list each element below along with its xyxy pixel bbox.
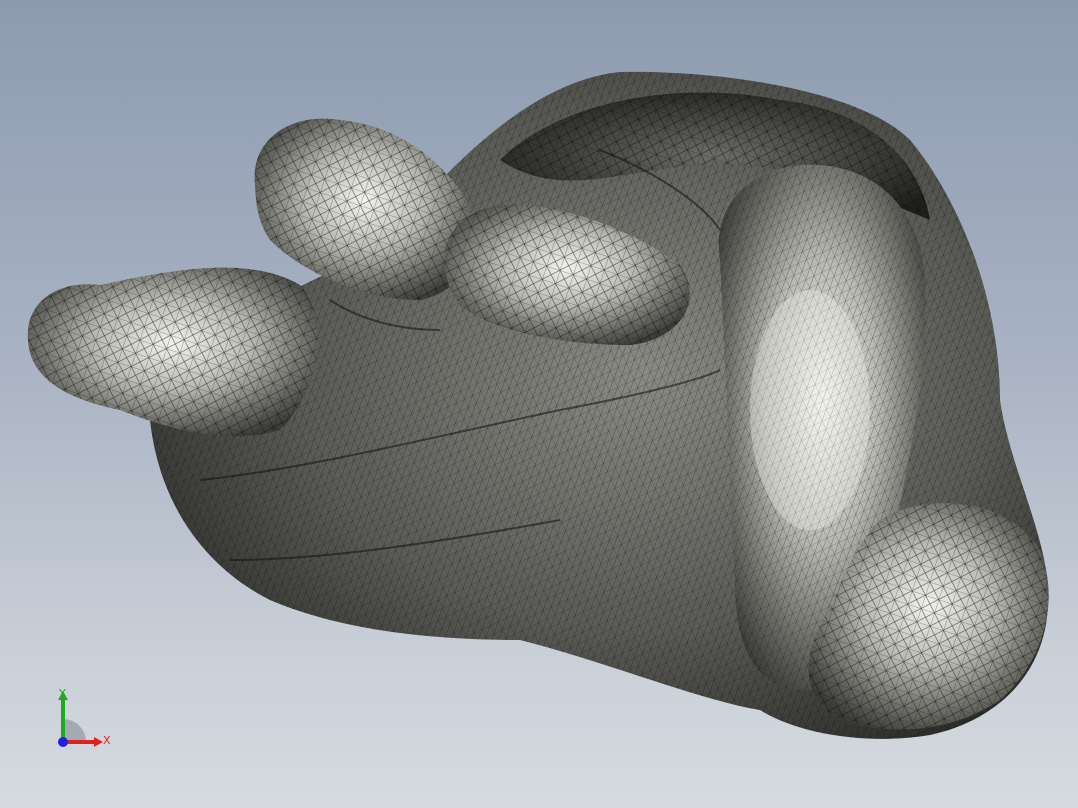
coordinate-triad: Y X bbox=[48, 684, 128, 754]
graphics-viewport[interactable]: Y X bbox=[0, 0, 1078, 808]
z-axis-origin bbox=[58, 737, 68, 747]
thumb bbox=[27, 267, 318, 437]
y-axis-label: Y bbox=[59, 687, 66, 700]
hand-mesh-model[interactable] bbox=[0, 0, 1078, 808]
finger-upper bbox=[254, 118, 475, 301]
x-axis-label: X bbox=[103, 734, 111, 747]
